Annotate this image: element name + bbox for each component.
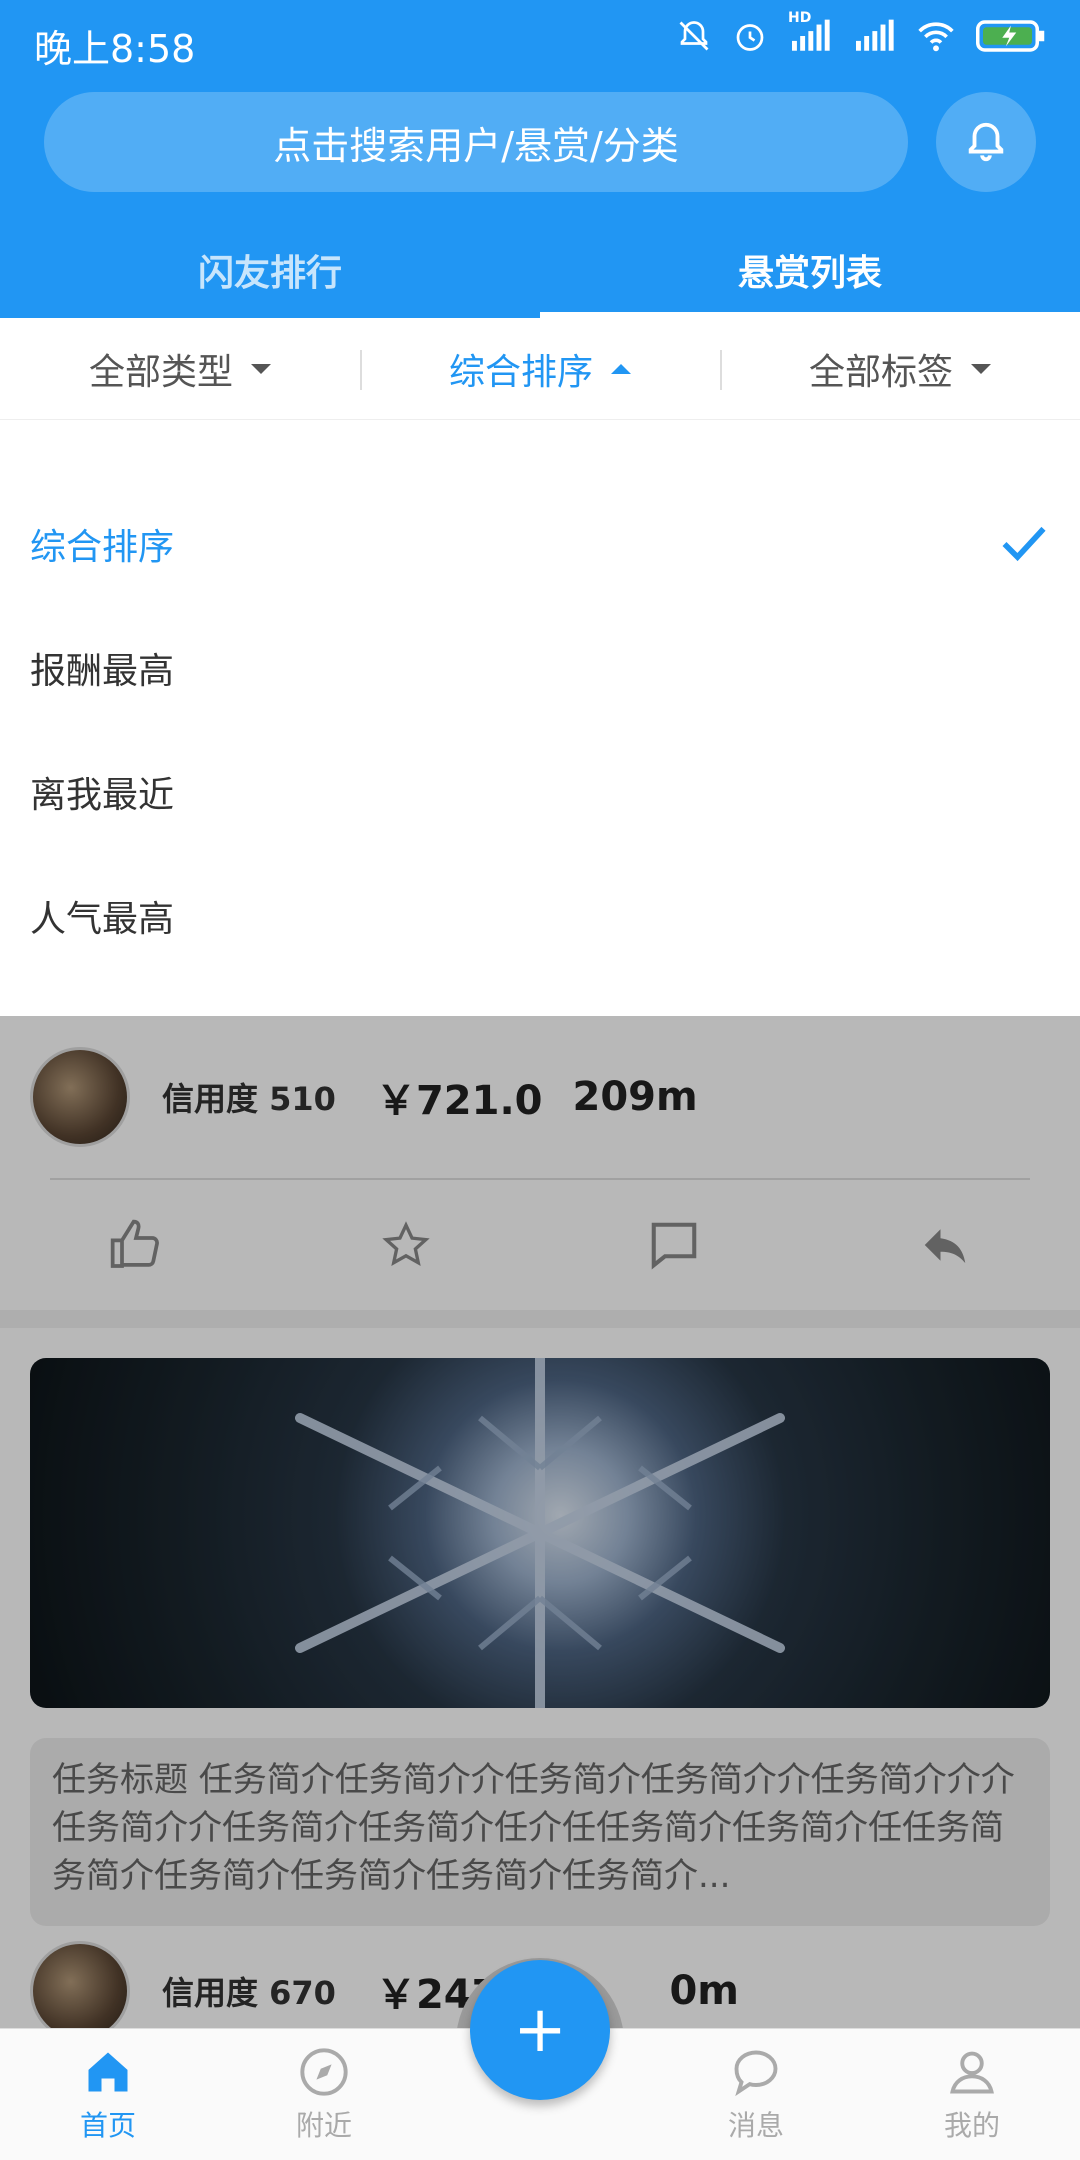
nav-label: 我的: [943, 2108, 1000, 2142]
nav-profile[interactable]: 我的: [864, 2029, 1080, 2160]
sort-option-popular[interactable]: 人气最高: [0, 854, 1080, 978]
tab-label: 闪友排行: [197, 253, 342, 294]
sort-option-nearest[interactable]: 离我最近: [0, 730, 1080, 854]
nav-messages[interactable]: 消息: [648, 2029, 864, 2160]
sort-option-label: 综合排序: [30, 527, 175, 568]
status-icons: HD: [676, 10, 1046, 54]
sort-option-comprehensive[interactable]: 综合排序: [0, 482, 1080, 606]
sort-dropdown: 综合排序 报酬最高 离我最近 人气最高: [0, 420, 1080, 1016]
status-bar: 晚上8:58 HD: [0, 0, 1080, 80]
nav-home[interactable]: 首页: [0, 2029, 216, 2160]
sort-option-label: 报酬最高: [30, 651, 175, 692]
sort-option-reward[interactable]: 报酬最高: [0, 606, 1080, 730]
dim-overlay[interactable]: [0, 1016, 1080, 2028]
check-icon: [1002, 526, 1046, 562]
mute-bell-icon: [679, 21, 709, 51]
caret-down-icon: [251, 363, 271, 374]
nav-label: 消息: [727, 2108, 784, 2142]
filter-tags[interactable]: 全部标签: [720, 318, 1080, 419]
nav-label: 首页: [79, 2108, 136, 2142]
filter-label: 全部标签: [808, 351, 953, 393]
tab-ranking[interactable]: 闪友排行: [0, 222, 540, 318]
filter-bar: 全部类型 综合排序 全部标签: [0, 318, 1080, 420]
hd-badge: HD: [788, 10, 812, 26]
tab-label: 悬赏列表: [737, 253, 882, 294]
battery-icon: [976, 20, 1045, 52]
sort-option-label: 离我最近: [30, 775, 175, 816]
plus-icon: +: [513, 1993, 567, 2067]
status-time: 晚上8:58: [34, 27, 196, 71]
home-icon: [88, 2052, 128, 2091]
chat-icon: [734, 2050, 778, 2096]
notification-button[interactable]: [936, 92, 1036, 192]
caret-down-icon: [971, 363, 991, 374]
alarm-icon: [736, 24, 764, 51]
compass-icon: [300, 2047, 348, 2096]
cell-signal-2-icon: [856, 19, 894, 51]
filter-sort[interactable]: 综合排序: [360, 318, 720, 419]
caret-up-icon: [611, 363, 631, 374]
bell-icon: [968, 122, 1004, 162]
add-post-button[interactable]: +: [470, 1960, 610, 2100]
filter-label: 全部类型: [88, 351, 233, 393]
nav-nearby[interactable]: 附近: [216, 2029, 432, 2160]
wifi-icon: [918, 22, 954, 52]
nav-label: 附近: [295, 2108, 352, 2142]
sort-option-label: 人气最高: [30, 899, 175, 940]
search-placeholder: 点击搜索用户/悬赏/分类: [273, 123, 679, 168]
app-header: 晚上8:58 HD 点击搜索用户/悬赏/分类 闪友排行 悬赏列表: [0, 0, 1080, 318]
search-bar[interactable]: 点击搜索用户/悬赏/分类: [44, 92, 908, 192]
tab-bounty-list[interactable]: 悬赏列表: [540, 222, 1080, 318]
top-tabs: 闪友排行 悬赏列表: [0, 222, 1080, 318]
filter-type[interactable]: 全部类型: [0, 318, 360, 419]
filter-label: 综合排序: [448, 351, 593, 393]
person-icon: [950, 2051, 994, 2093]
